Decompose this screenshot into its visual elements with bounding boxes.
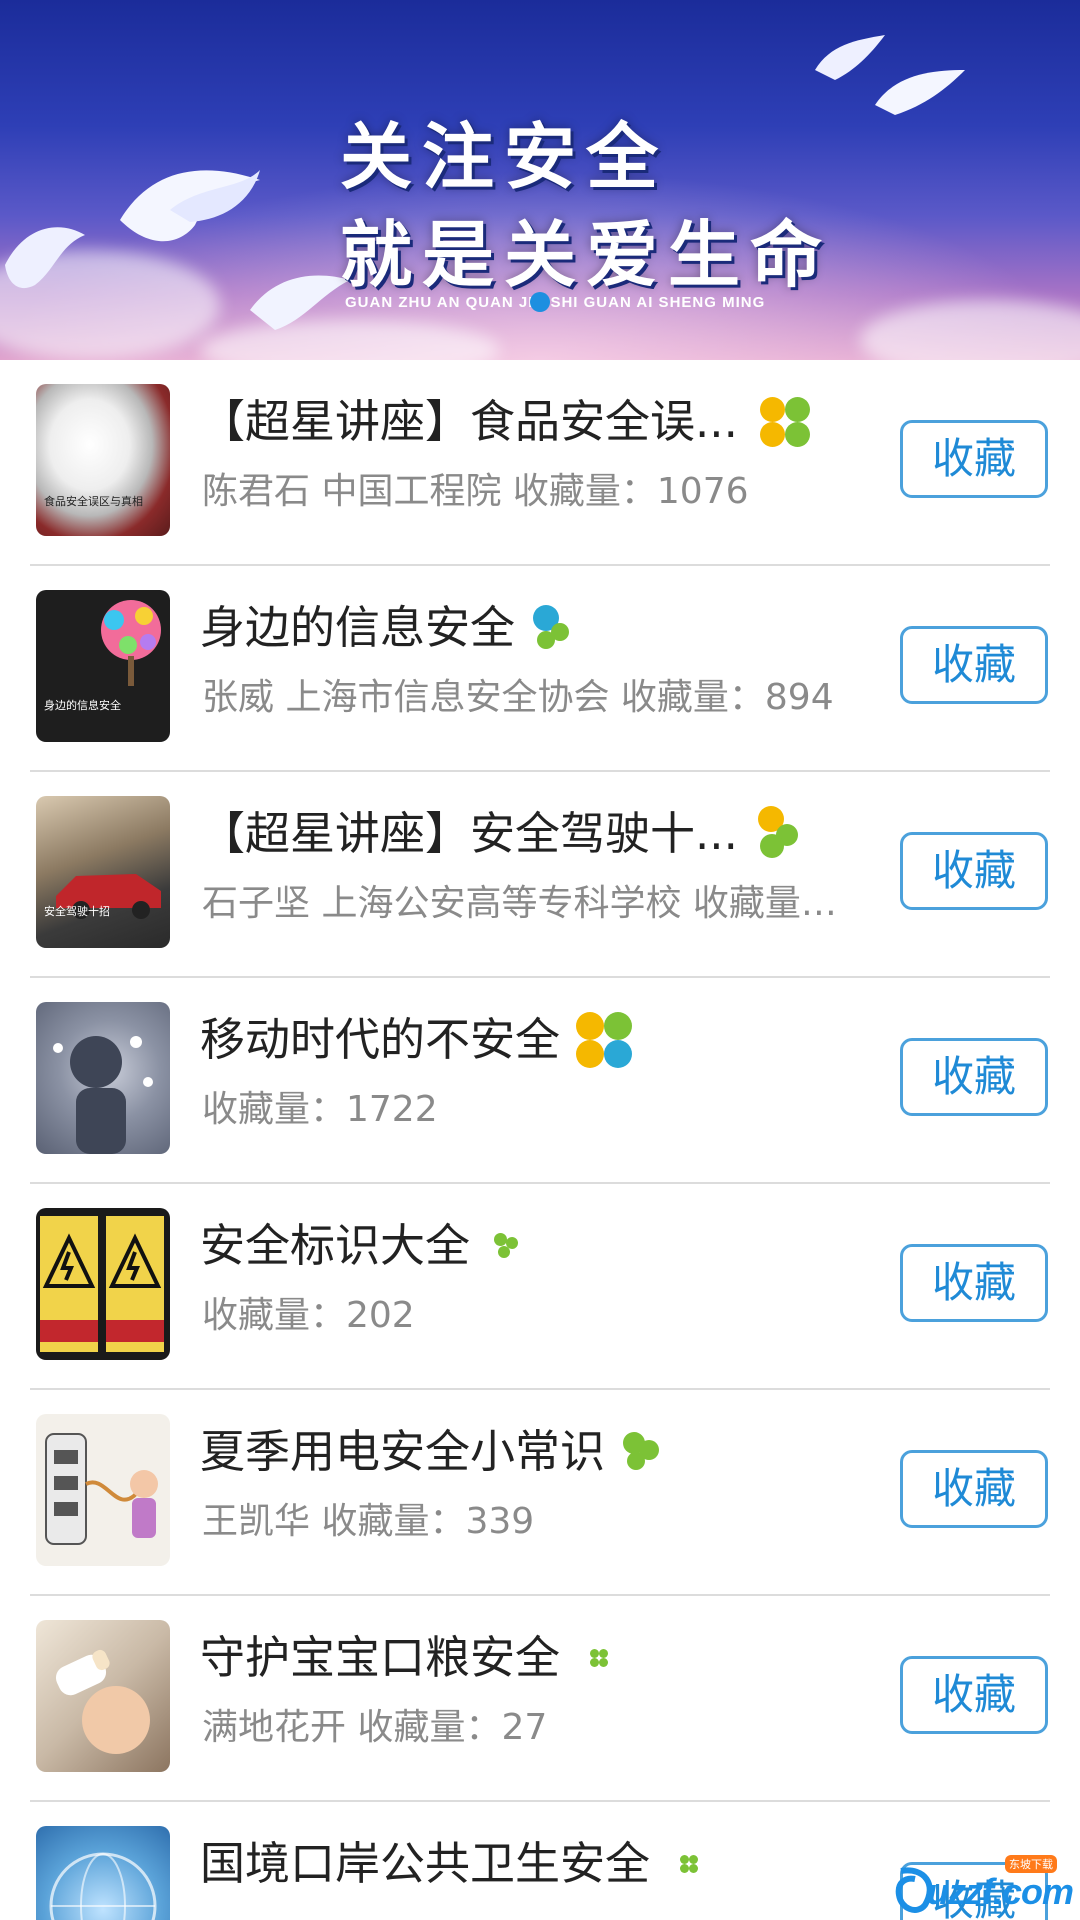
banner-subheadline: 就是关爱生命	[340, 213, 833, 297]
list-item[interactable]: 食品安全误区与真相 【超星讲座】食品安全误... 陈君石 中国工程院 收藏量：1…	[0, 360, 1080, 566]
network-people-icon	[53, 1036, 153, 1154]
item-title-row: 移动时代的不安全	[200, 1010, 633, 1070]
favorite-button[interactable]: 收藏	[900, 626, 1048, 704]
info-tree-icon	[101, 600, 161, 686]
globe-icon	[49, 1852, 157, 1920]
item-meta: 王凯华 收藏量：339	[202, 1501, 535, 1542]
clover-rating-icon	[590, 1649, 609, 1667]
item-title: 移动时代的不安全	[200, 1013, 561, 1066]
item-title-row: 安全标识大全	[200, 1216, 520, 1276]
item-title-row: 国境口岸公共卫生安全	[200, 1834, 699, 1894]
watermark-badge: 东坡下载	[1005, 1855, 1057, 1873]
item-meta: 收藏量：202	[202, 1295, 415, 1336]
banner-pinyin: GUAN ZHU AN QUAN JIU SHI GUAN AI SHENG M…	[345, 294, 766, 311]
item-title-row: 【超星讲座】食品安全误...	[200, 392, 810, 452]
dove-icon	[5, 227, 85, 289]
item-meta: 石子坚 上海公安高等专科学校 收藏量：...	[202, 883, 862, 924]
clover-rating-icon	[494, 1233, 520, 1259]
item-thumbnail: 身边的信息安全	[36, 590, 170, 742]
item-title: 身边的信息安全	[200, 601, 516, 654]
item-title: 国境口岸公共卫生安全	[200, 1837, 651, 1890]
carousel-indicator-dot[interactable]	[530, 292, 550, 312]
thumbnail-caption: 食品安全误区与真相	[44, 495, 143, 508]
clover-rating-icon	[759, 397, 810, 447]
clover-rating-icon	[533, 605, 571, 651]
watermark-text: uzzf.com	[927, 1871, 1074, 1912]
clover-rating-icon	[576, 1012, 633, 1068]
favorite-button[interactable]: 收藏	[900, 832, 1048, 910]
list-item[interactable]: 安全驾驶十招 【超星讲座】安全驾驶十... 石子坚 上海公安高等专科学校 收藏量…	[0, 772, 1080, 978]
item-thumbnail	[36, 1414, 170, 1566]
favorite-button[interactable]: 收藏	[900, 1656, 1048, 1734]
item-title-row: 守护宝宝口粮安全	[200, 1628, 609, 1688]
item-meta: 张威 上海市信息安全协会 收藏量：894	[202, 677, 834, 718]
power-strip-icon	[45, 1433, 158, 1545]
banner-headline: 关注安全	[340, 115, 669, 199]
dove-icon	[120, 170, 260, 242]
item-thumbnail	[36, 1208, 170, 1360]
thumbnail-caption: 身边的信息安全	[44, 699, 121, 712]
favorite-button[interactable]: 收藏	[900, 1038, 1048, 1116]
item-thumbnail: 安全驾驶十招	[36, 796, 170, 948]
app-screen: 关注安全 就是关爱生命 GUAN ZHU AN QUAN JIU SHI GUA…	[0, 0, 1080, 1920]
dove-icon	[875, 70, 965, 115]
item-title-row: 【超星讲座】安全驾驶十...	[200, 804, 802, 864]
list-item[interactable]: 身边的信息安全 身边的信息安全 张威 上海市信息安全协会 收藏量：894 收藏	[0, 566, 1080, 772]
car-icon	[56, 874, 161, 919]
dove-icon	[250, 275, 350, 330]
baby-bottle-icon	[55, 1649, 150, 1754]
item-title: 安全标识大全	[200, 1219, 471, 1272]
list-item[interactable]: 安全标识大全 收藏量：202 收藏	[0, 1184, 1080, 1390]
favorite-button[interactable]: 收藏	[900, 1450, 1048, 1528]
favorite-button[interactable]: 收藏	[900, 1244, 1048, 1322]
item-meta: 陈君石 中国工程院 收藏量：1076	[202, 471, 749, 512]
favorite-button[interactable]: 收藏	[900, 420, 1048, 498]
lecture-list: 食品安全误区与真相 【超星讲座】食品安全误... 陈君石 中国工程院 收藏量：1…	[0, 360, 1080, 1920]
item-title-row: 夏季用电安全小常识	[200, 1422, 661, 1482]
item-thumbnail: 食品安全误区与真相	[36, 384, 170, 536]
list-item[interactable]: 守护宝宝口粮安全 满地花开 收藏量：27 收藏	[0, 1596, 1080, 1802]
item-title: 【超星讲座】食品安全误...	[200, 395, 738, 448]
item-title-row: 身边的信息安全	[200, 598, 571, 658]
list-item[interactable]: 移动时代的不安全 收藏量：1722 收藏	[0, 978, 1080, 1184]
item-title: 守护宝宝口粮安全	[200, 1631, 561, 1684]
thumbnail-caption: 安全驾驶十招	[44, 905, 110, 918]
hero-banner[interactable]: 关注安全 就是关爱生命 GUAN ZHU AN QUAN JIU SHI GUA…	[0, 0, 1080, 360]
clover-rating-icon	[680, 1855, 699, 1873]
clover-rating-icon	[757, 806, 802, 862]
item-title: 【超星讲座】安全驾驶十...	[200, 807, 738, 860]
clover-rating-icon	[623, 1432, 661, 1472]
item-meta: 满地花开 收藏量：27	[202, 1707, 548, 1748]
item-thumbnail	[36, 1002, 170, 1154]
item-thumbnail	[36, 1826, 170, 1920]
item-meta: 收藏量：1722	[202, 1089, 438, 1130]
item-thumbnail	[36, 1620, 170, 1772]
list-item[interactable]: 夏季用电安全小常识 王凯华 收藏量：339 收藏	[0, 1390, 1080, 1596]
site-watermark: uzzf.com 东坡下载	[895, 1855, 1075, 1915]
warning-sign-icon	[40, 1216, 164, 1352]
item-title: 夏季用电安全小常识	[200, 1425, 606, 1478]
